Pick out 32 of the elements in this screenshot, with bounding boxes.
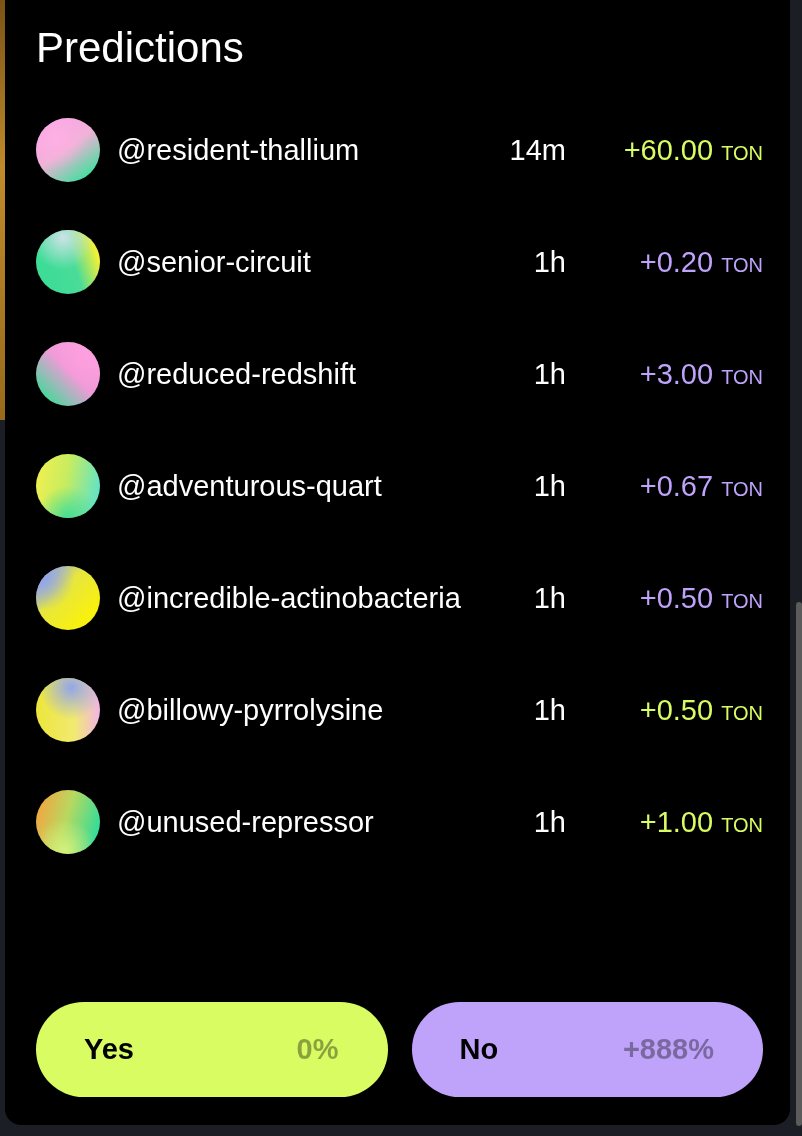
amount-value: +0.50 bbox=[639, 693, 714, 727]
amount-value: +1.00 bbox=[639, 805, 714, 839]
currency-unit: TON bbox=[721, 589, 763, 613]
currency-unit: TON bbox=[721, 141, 763, 165]
username: @reduced-redshift bbox=[117, 357, 357, 391]
time-ago: 1h bbox=[532, 469, 566, 503]
amount-value: +0.50 bbox=[639, 581, 714, 615]
username: @unused-repressor bbox=[117, 805, 375, 839]
username: @resident-thallium bbox=[117, 133, 361, 167]
username: @senior-circuit bbox=[117, 245, 312, 279]
username: @adventurous-quart bbox=[117, 469, 383, 503]
currency-unit: TON bbox=[721, 701, 763, 725]
time-ago: 14m bbox=[508, 133, 566, 167]
time-ago: 1h bbox=[532, 693, 566, 727]
vote-button[interactable]: Yes 0% bbox=[36, 1002, 388, 1097]
time-ago: 1h bbox=[532, 357, 566, 391]
time-ago: 1h bbox=[532, 805, 566, 839]
currency-unit: TON bbox=[721, 477, 763, 501]
currency-unit: TON bbox=[721, 813, 763, 837]
currency-unit: TON bbox=[721, 365, 763, 389]
panel-title: Predictions bbox=[36, 24, 244, 72]
amount-value: +60.00 bbox=[623, 133, 714, 167]
vote-button[interactable]: No +888% bbox=[411, 1002, 763, 1097]
amount-value: +3.00 bbox=[639, 357, 714, 391]
time-ago: 1h bbox=[532, 581, 566, 615]
amount-value: +0.67 bbox=[639, 469, 714, 503]
currency-unit: TON bbox=[721, 253, 763, 277]
username: @billowy-pyrrolysine bbox=[117, 693, 385, 727]
time-ago: 1h bbox=[532, 245, 566, 279]
amount-value: +0.20 bbox=[639, 245, 714, 279]
scrollbar-thumb[interactable] bbox=[796, 602, 802, 1126]
username: @incredible-actinobacteria bbox=[117, 581, 462, 615]
